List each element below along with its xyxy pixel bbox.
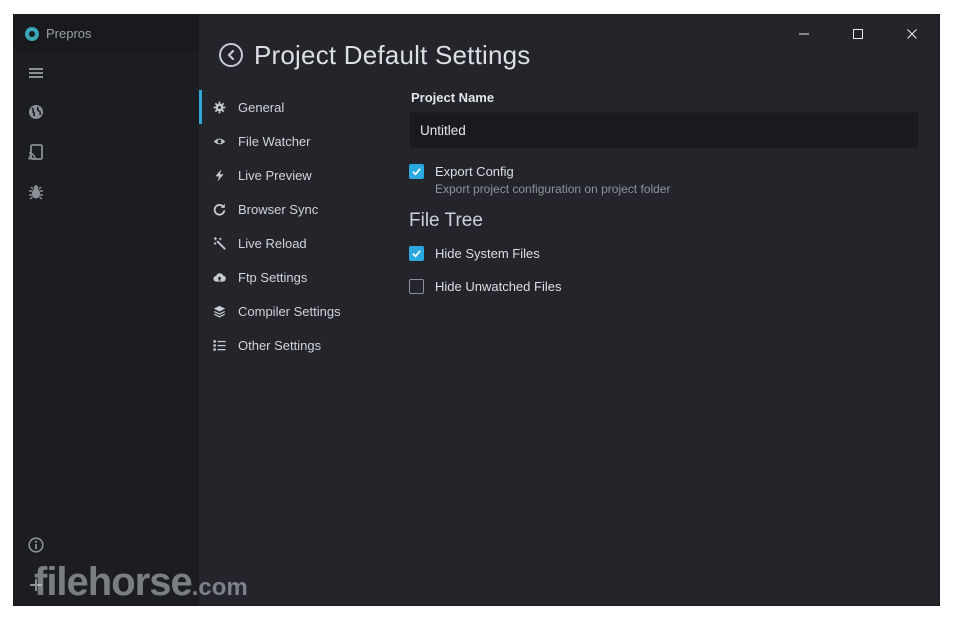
nav-item-ftp-settings[interactable]: Ftp Settings: [199, 260, 389, 294]
watermark: filehorse.com: [34, 560, 248, 605]
page-header: Project Default Settings: [219, 39, 531, 71]
check-icon: [412, 168, 421, 176]
nav-item-label: Ftp Settings: [238, 269, 308, 285]
nav-item-general[interactable]: General: [199, 90, 389, 124]
hide-unwatched-files-option[interactable]: Hide Unwatched Files: [409, 277, 919, 296]
minimize-icon: [799, 33, 809, 34]
cloud-upload-icon: [212, 270, 226, 284]
minimize-button[interactable]: [777, 15, 831, 52]
maximize-icon: [853, 28, 863, 39]
hide-system-files-option[interactable]: Hide System Files: [409, 244, 919, 263]
nav-item-label: Live Preview: [238, 167, 312, 183]
close-button[interactable]: [885, 15, 939, 52]
bug-icon[interactable]: [26, 182, 46, 202]
hide-system-files-checkbox[interactable]: [409, 246, 424, 261]
nav-item-compiler-settings[interactable]: Compiler Settings: [199, 294, 389, 328]
app-logo-icon: [25, 26, 39, 41]
nav-item-label: General: [238, 99, 285, 115]
hide-unwatched-files-checkbox[interactable]: [409, 279, 424, 294]
nav-item-label: Live Reload: [238, 235, 307, 251]
nav-item-browser-sync[interactable]: Browser Sync: [199, 192, 389, 226]
app-title: Prepros: [46, 26, 92, 41]
nav-item-label: File Watcher: [238, 133, 311, 149]
menu-icon[interactable]: [26, 63, 46, 83]
bolt-icon: [212, 168, 226, 182]
chevron-left-icon: [227, 50, 235, 60]
project-name-input[interactable]: [409, 112, 919, 148]
general-settings-panel: Project Name Export Config Export projec…: [409, 90, 919, 296]
eye-icon: [212, 134, 226, 148]
maximize-button[interactable]: [831, 15, 885, 52]
settings-nav: General File Watcher Live Preview Browse…: [199, 90, 389, 362]
hide-system-files-label: Hide System Files: [435, 246, 540, 261]
magic-wand-icon: [212, 236, 226, 250]
export-config-option[interactable]: Export Config Export project configurati…: [409, 162, 919, 196]
close-icon: [907, 28, 917, 39]
nav-item-live-preview[interactable]: Live Preview: [199, 158, 389, 192]
nav-item-other-settings[interactable]: Other Settings: [199, 328, 389, 362]
nav-item-live-reload[interactable]: Live Reload: [199, 226, 389, 260]
export-config-label: Export Config: [435, 164, 514, 179]
info-icon[interactable]: [26, 535, 46, 555]
export-config-description: Export project configuration on project …: [435, 182, 671, 196]
nav-item-label: Other Settings: [238, 337, 322, 353]
refresh-icon: [212, 202, 226, 216]
page-title: Project Default Settings: [254, 39, 531, 70]
check-icon: [412, 250, 421, 258]
export-config-checkbox[interactable]: [409, 164, 424, 179]
nav-item-label: Compiler Settings: [238, 303, 341, 319]
nav-item-file-watcher[interactable]: File Watcher: [199, 124, 389, 158]
left-rail: Prepros: [14, 15, 199, 605]
layers-icon: [212, 304, 226, 318]
hide-unwatched-files-label: Hide Unwatched Files: [435, 279, 562, 294]
project-name-label: Project Name: [411, 90, 495, 105]
cast-icon[interactable]: [26, 142, 46, 162]
watermark-suffix: .com: [191, 574, 248, 601]
file-tree-heading: File Tree: [409, 210, 483, 231]
back-button[interactable]: [219, 43, 243, 67]
gear-icon: [212, 100, 226, 114]
titlebar: Prepros: [14, 15, 199, 52]
app-window: Prepros Project Default Settings General…: [14, 15, 939, 605]
nav-item-label: Browser Sync: [238, 201, 319, 217]
window-controls: [777, 15, 939, 52]
globe-icon[interactable]: [26, 102, 46, 122]
watermark-text: filehorse: [34, 560, 193, 604]
list-icon: [212, 338, 226, 352]
